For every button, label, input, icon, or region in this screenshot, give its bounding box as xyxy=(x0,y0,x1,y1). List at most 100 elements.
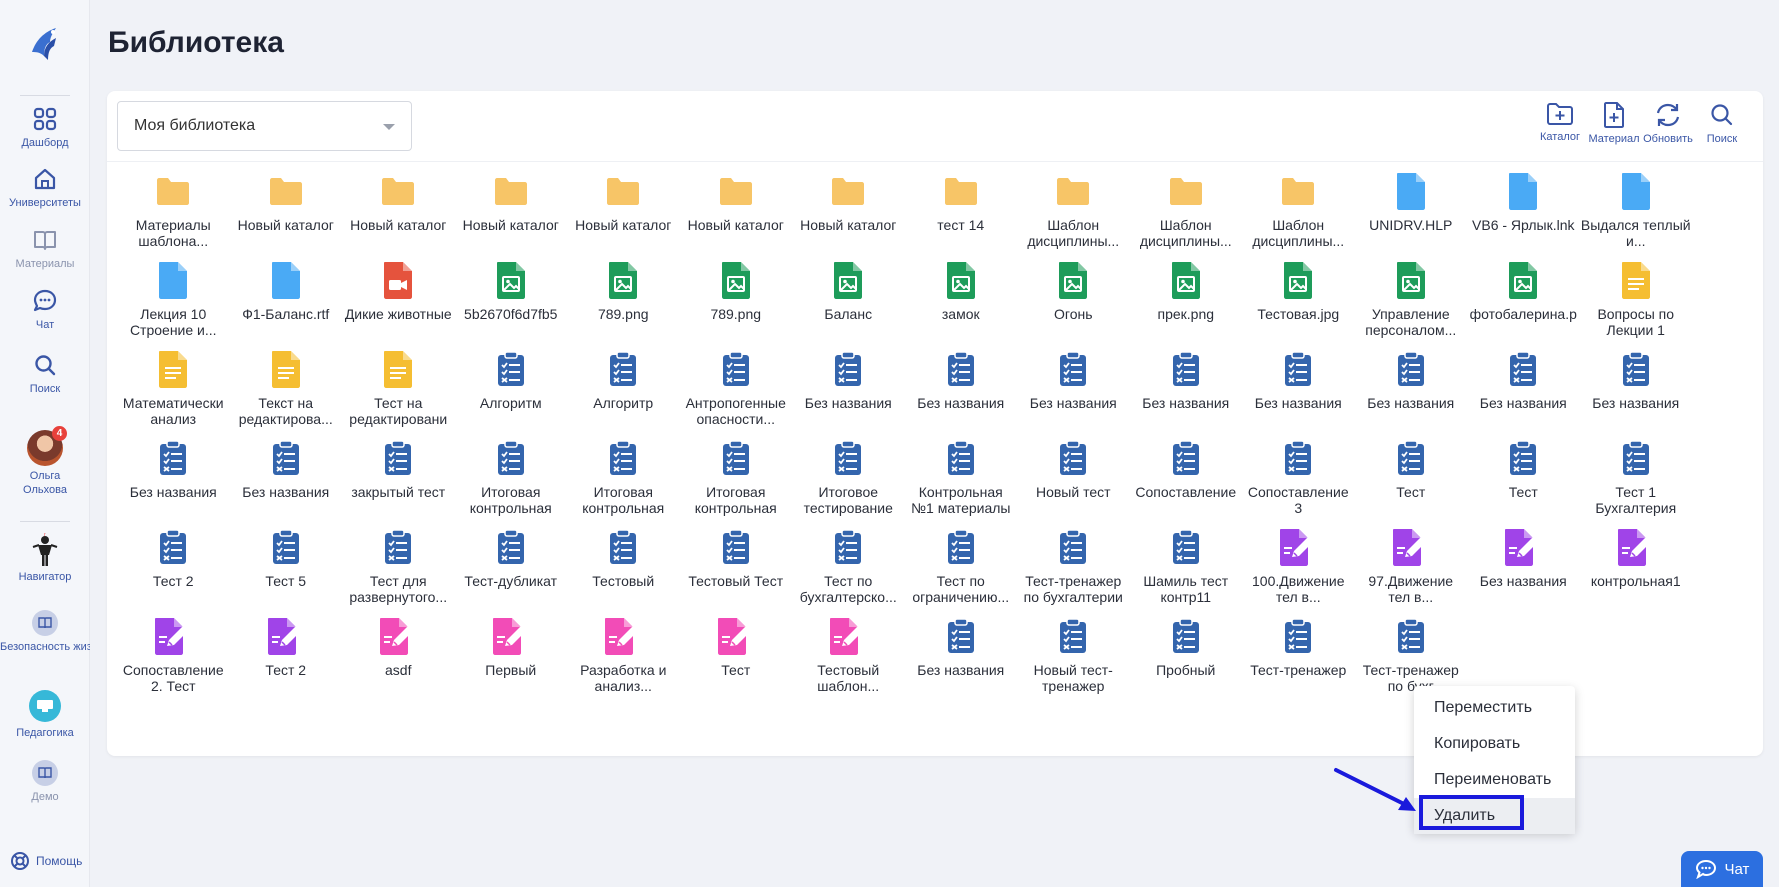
help-link[interactable]: Помощь xyxy=(10,851,82,871)
file-item[interactable]: Вопросы по Лекции 1 xyxy=(1580,260,1693,349)
menu-item-copy[interactable]: Копировать xyxy=(1414,726,1575,762)
file-item[interactable]: Текст на редактирова... xyxy=(230,349,343,438)
add-catalog-button[interactable]: Каталог xyxy=(1533,101,1587,145)
file-item[interactable]: Без названия xyxy=(230,438,343,527)
file-item[interactable]: Баланс xyxy=(792,260,905,349)
menu-item-rename[interactable]: Переименовать xyxy=(1414,762,1575,798)
file-item[interactable]: Алгоритр xyxy=(567,349,680,438)
file-item[interactable]: Пробный xyxy=(1130,616,1243,705)
sidebar-item-search[interactable]: Поиск xyxy=(0,352,90,396)
file-item[interactable]: 789.png xyxy=(567,260,680,349)
file-item[interactable]: Без названия xyxy=(1242,349,1355,438)
file-item[interactable]: Без названия xyxy=(1130,349,1243,438)
file-item[interactable]: контрольная1 xyxy=(1580,527,1693,616)
file-item[interactable]: Тест на редактировани xyxy=(342,349,455,438)
sidebar-item-profile[interactable]: 4 Ольга Ольхова xyxy=(0,426,90,497)
file-item[interactable]: Математически анализ xyxy=(117,349,230,438)
file-item[interactable]: Без названия xyxy=(905,616,1018,705)
library-select[interactable]: Моя библиотека xyxy=(117,101,412,151)
file-item[interactable]: Лекция 10 Строение и... xyxy=(117,260,230,349)
file-item[interactable]: Сопоставление 3 xyxy=(1242,438,1355,527)
file-item[interactable]: Тест-дубликат xyxy=(455,527,568,616)
file-item[interactable]: Тест-тренажер по бухгалтерии xyxy=(1017,527,1130,616)
menu-item-move[interactable]: Переместить xyxy=(1414,690,1575,726)
folder-item[interactable]: Новый каталог xyxy=(230,171,343,260)
file-item[interactable]: Тест 2 xyxy=(117,527,230,616)
search-button[interactable]: Поиск xyxy=(1695,101,1749,145)
folder-item[interactable]: Новый каталог xyxy=(342,171,455,260)
file-item[interactable]: Без названия xyxy=(1355,349,1468,438)
file-item[interactable]: Тестовый шаблон... xyxy=(792,616,905,705)
file-item[interactable]: Алгоритм xyxy=(455,349,568,438)
file-item[interactable]: замок xyxy=(905,260,1018,349)
file-item[interactable]: Огонь xyxy=(1017,260,1130,349)
file-item[interactable]: Разработка и анализ... xyxy=(567,616,680,705)
folder-item[interactable]: Новый каталог xyxy=(567,171,680,260)
file-item[interactable]: 100.Движение тел в... xyxy=(1242,527,1355,616)
file-item[interactable]: Первый xyxy=(455,616,568,705)
sidebar-item-chat[interactable]: Чат xyxy=(0,288,90,332)
file-item[interactable]: Тест 5 xyxy=(230,527,343,616)
file-item[interactable]: Итоговое тестирование xyxy=(792,438,905,527)
file-item[interactable]: 97.Движение тел в... xyxy=(1355,527,1468,616)
file-item[interactable]: Тест 1 Бухгалтерия xyxy=(1580,438,1693,527)
folder-item[interactable]: Шаблон дисциплины... xyxy=(1017,171,1130,260)
file-item[interactable]: Итоговая контрольная xyxy=(455,438,568,527)
file-item[interactable]: Ф1-Баланс.rtf xyxy=(230,260,343,349)
file-item[interactable]: Тест xyxy=(1355,438,1468,527)
sidebar-item-course-bzhd[interactable]: Безопасность жизнедеятельн xyxy=(0,610,90,654)
file-item[interactable]: asdf xyxy=(342,616,455,705)
file-item[interactable]: Без названия xyxy=(1467,527,1580,616)
file-item[interactable]: Тест 2 xyxy=(230,616,343,705)
file-item[interactable]: 789.png xyxy=(680,260,793,349)
folder-item[interactable]: Материалы шаблона... xyxy=(117,171,230,260)
file-item[interactable]: Тестовый xyxy=(567,527,680,616)
file-item[interactable]: Тестовая.jpg xyxy=(1242,260,1355,349)
file-item[interactable]: Антропогенные опасности... xyxy=(680,349,793,438)
folder-item[interactable]: тест 14 xyxy=(905,171,1018,260)
file-item[interactable]: Без названия xyxy=(1017,349,1130,438)
logo-icon[interactable] xyxy=(26,22,64,62)
file-item[interactable]: Без названия xyxy=(792,349,905,438)
file-item[interactable]: Сопоставление 2. Тест xyxy=(117,616,230,705)
file-item[interactable]: Тестовый Тест xyxy=(680,527,793,616)
folder-item[interactable]: Шаблон дисциплины... xyxy=(1130,171,1243,260)
file-item[interactable]: Сопоставление xyxy=(1130,438,1243,527)
file-item[interactable]: Контрольная №1 материалы xyxy=(905,438,1018,527)
file-item[interactable]: Тест по бухгалтерско... xyxy=(792,527,905,616)
folder-item[interactable]: Новый каталог xyxy=(792,171,905,260)
folder-item[interactable]: Шаблон дисциплины... xyxy=(1242,171,1355,260)
file-item[interactable]: Управление персоналом... xyxy=(1355,260,1468,349)
file-item[interactable]: Тест-тренажер xyxy=(1242,616,1355,705)
folder-item[interactable]: Новый каталог xyxy=(455,171,568,260)
file-item[interactable]: Новый тест xyxy=(1017,438,1130,527)
sidebar-item-materials[interactable]: Материалы xyxy=(0,227,90,271)
file-item[interactable]: Дикие животные xyxy=(342,260,455,349)
file-item[interactable]: прек.png xyxy=(1130,260,1243,349)
file-item[interactable]: Новый тест-тренажер xyxy=(1017,616,1130,705)
folder-item[interactable]: Новый каталог xyxy=(680,171,793,260)
file-item[interactable]: Тест xyxy=(1467,438,1580,527)
sidebar-item-universities[interactable]: Университеты xyxy=(0,166,90,210)
file-item[interactable]: Без названия xyxy=(117,438,230,527)
file-item[interactable]: 5b2670f6d7fb5 xyxy=(455,260,568,349)
file-item[interactable]: Итоговая контрольная xyxy=(567,438,680,527)
refresh-button[interactable]: Обновить xyxy=(1641,101,1695,145)
file-item[interactable]: Без названия xyxy=(1580,349,1693,438)
file-item[interactable]: Тест xyxy=(680,616,793,705)
file-item[interactable]: UNIDRV.HLP xyxy=(1355,171,1468,260)
file-item[interactable]: Без названия xyxy=(1467,349,1580,438)
sidebar-item-navigator[interactable]: ? Навигатор xyxy=(0,533,90,584)
sidebar-item-course-pedagogy[interactable]: Педагогика xyxy=(0,690,90,740)
sidebar-item-dashboard[interactable]: Дашборд xyxy=(0,106,90,150)
file-item[interactable]: Итоговая контрольная xyxy=(680,438,793,527)
file-item[interactable]: Без названия xyxy=(905,349,1018,438)
chat-button[interactable]: Чат xyxy=(1681,851,1763,887)
file-item[interactable]: фотобалерина.р xyxy=(1467,260,1580,349)
file-item[interactable]: закрытый тест xyxy=(342,438,455,527)
sidebar-item-course-demo[interactable]: Демо xyxy=(0,760,90,804)
file-item[interactable]: Выдался теплый и... xyxy=(1580,171,1693,260)
file-item[interactable]: Тест по ограничению... xyxy=(905,527,1018,616)
file-item[interactable]: Тест для развернутого... xyxy=(342,527,455,616)
add-material-button[interactable]: Материал xyxy=(1587,101,1641,145)
